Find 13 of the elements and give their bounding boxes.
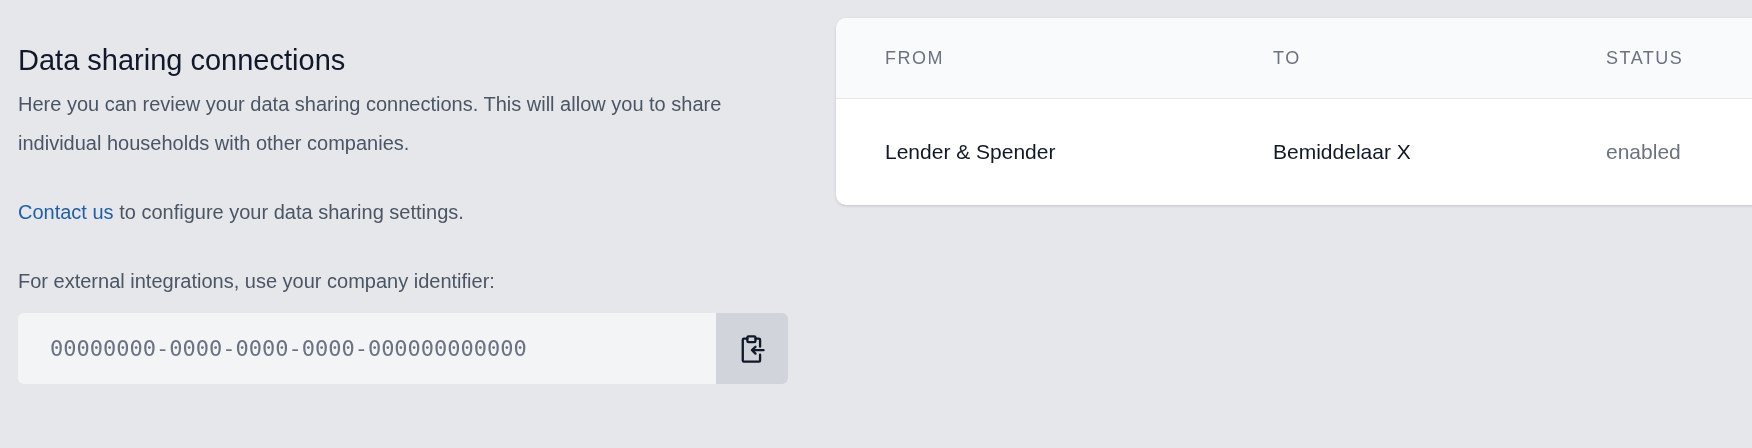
contact-link[interactable]: Contact us	[18, 201, 114, 223]
table-cell-text: Bemiddelaar X	[1273, 140, 1412, 164]
contact-sentence: Contact us to configure your data sharing settings.	[18, 200, 465, 225]
identifier-label: For external integrations, use your company identifier:	[18, 269, 496, 294]
identifier-field[interactable]: 00000000-0000-0000-0000-000000000000	[18, 313, 716, 384]
column-header: FROM	[884, 47, 945, 69]
column-header: TO	[1273, 47, 1302, 69]
status-text: enabled	[1606, 140, 1681, 164]
column-header: STATUS	[1606, 47, 1684, 69]
table-cell-text: Lender & Spender	[884, 140, 1057, 164]
description-text: Here you can review your data sharing connections. This will allow you to share individual households with other companies.	[18, 92, 723, 156]
copy-button[interactable]	[716, 313, 788, 384]
section-title: Data sharing connections	[18, 44, 347, 77]
